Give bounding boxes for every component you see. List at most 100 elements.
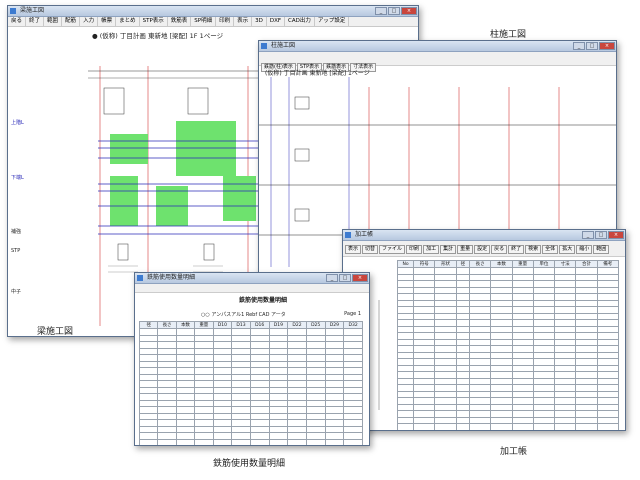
maximize-icon[interactable]: □ xyxy=(388,7,400,15)
minimize-icon[interactable]: _ xyxy=(582,231,594,239)
process-toolbar: 表示切替ファイル印刷加工集計重量設定戻る終了検索全体拡大縮小範囲出力帳票閉じる xyxy=(343,241,625,257)
process-column-header: 形状 xyxy=(434,260,457,268)
caption-process: 加工帳 xyxy=(500,447,528,457)
beam-menu-item[interactable]: 終了 xyxy=(26,17,45,26)
process-window: 加工帳 _ □ × 表示 切替 ファイル 印刷 加工 集計 重量 設定 戻る 終了 検索 全体 拡大 縮小 範囲… xyxy=(342,229,626,431)
beam-menu-item[interactable]: 印刷 xyxy=(216,17,235,26)
column-toolbar: 鉄筋(柱)表示 STP表示 鉄筋表示 寸法表示 xyxy=(259,52,616,72)
minimize-icon[interactable]: _ xyxy=(573,42,585,50)
label-sub: 補強 xyxy=(11,229,22,235)
minimize-icon[interactable]: _ xyxy=(375,7,387,15)
process-window-title: 加工帳 xyxy=(355,231,374,238)
process-window-titlebar[interactable]: 加工帳 _ □ × xyxy=(343,230,625,241)
summary-page: Page 1 xyxy=(344,311,361,317)
table-row[interactable] xyxy=(396,429,620,430)
close-icon[interactable]: × xyxy=(608,231,624,239)
beam-menu-item[interactable]: まとめ xyxy=(116,17,140,26)
beam-menu-item[interactable]: 入力 xyxy=(80,17,99,26)
summary-subheading: ○○ アンパスアル1 Rebf CAD アータ xyxy=(201,312,286,318)
label-stp: STP xyxy=(11,248,21,254)
process-column-header: 符号 xyxy=(413,260,436,268)
summary-column-header: D25 xyxy=(305,321,326,329)
app-icon xyxy=(261,43,267,49)
summary-column-header: D10 xyxy=(212,321,233,329)
summary-menu xyxy=(135,284,369,293)
maximize-icon[interactable]: □ xyxy=(595,231,607,239)
summary-column-header: 長さ xyxy=(157,321,177,329)
process-toolbar-button[interactable]: 集計 xyxy=(440,245,457,254)
process-column-header: 寸法 xyxy=(554,260,577,268)
process-toolbar-button[interactable]: 加工 xyxy=(423,245,440,254)
column-header: (仮称) 丁目計画 東新地 [梁配] 1ページ xyxy=(265,70,370,77)
process-toolbar-button[interactable]: 重量 xyxy=(457,245,474,254)
process-toolbar-button[interactable]: 切替 xyxy=(362,245,379,254)
process-toolbar-button[interactable]: 戻る xyxy=(491,245,508,254)
process-toolbar-button[interactable]: 検索 xyxy=(525,245,542,254)
summary-window-titlebar[interactable]: 鉄筋使用数量明細 _ □ × xyxy=(135,273,369,284)
close-icon[interactable]: × xyxy=(599,42,615,50)
summary-heading: 鉄筋使用数量明細 xyxy=(239,297,288,304)
app-icon xyxy=(10,8,16,14)
process-toolbar-button[interactable]: 全体 xyxy=(542,245,559,254)
process-toolbar-button[interactable]: 拡大 xyxy=(559,245,576,254)
process-column-header: 長さ xyxy=(468,260,492,268)
beam-menu-item[interactable]: 鉄筋表 xyxy=(168,17,192,26)
summary-total-label: 合計 xyxy=(140,446,158,447)
beam-menu-item[interactable]: STP表示 xyxy=(140,17,168,26)
process-toolbar-button[interactable]: 印刷 xyxy=(406,245,423,254)
summary-column-header: D32 xyxy=(343,321,363,329)
maximize-icon[interactable]: □ xyxy=(586,42,598,50)
close-icon[interactable]: × xyxy=(352,274,368,282)
app-icon xyxy=(345,232,351,238)
process-table: No 符号 形状径長さ 本数 重量 単位 寸法 合計 備考 xyxy=(396,260,620,430)
summary-window: 鉄筋使用数量明細 _ □ × 鉄筋使用数量明細 ○○ アンパスアル1 Rebf CA… xyxy=(134,272,370,446)
process-column-header: 径 xyxy=(455,260,471,268)
maximize-icon[interactable]: □ xyxy=(339,274,351,282)
beam-menu-item[interactable]: 表示 xyxy=(234,17,253,26)
process-column-header: 単位 xyxy=(532,260,556,268)
process-column-header: 備考 xyxy=(596,260,620,268)
summary-column-header: D22 xyxy=(287,321,307,329)
process-toolbar-button[interactable]: 終了 xyxy=(508,245,525,254)
summary-window-title: 鉄筋使用数量明細 xyxy=(147,274,196,281)
summary-table: 径長さ本数重量D10D13D16D19D22D25D29D32 合計 xyxy=(138,321,363,447)
process-toolbar-button[interactable]: 表示 xyxy=(345,245,362,254)
beam-window-title: 梁施工図 xyxy=(20,7,45,14)
beam-menu-item[interactable]: 3D xyxy=(252,17,267,26)
process-column-header: No xyxy=(396,260,415,268)
summary-column-header: D29 xyxy=(324,321,345,329)
process-column-header: 合計 xyxy=(575,260,598,268)
minimize-icon[interactable]: _ xyxy=(326,274,338,282)
process-toolbar-button[interactable]: 縮小 xyxy=(576,245,593,254)
label-bottom: 中子 xyxy=(11,289,22,295)
process-column-header: 重量 xyxy=(511,260,534,268)
process-toolbar-button[interactable]: 範囲 xyxy=(593,245,610,254)
label-top: 上階L xyxy=(11,120,24,126)
summary-column-header: 径 xyxy=(138,321,159,329)
beam-menu-item[interactable]: 戻る xyxy=(8,17,27,26)
summary-column-header: 重量 xyxy=(194,321,214,329)
column-window-titlebar[interactable]: 柱施工図 _ □ × xyxy=(259,41,616,52)
caption-column: 柱施工図 xyxy=(490,30,527,40)
beam-menu-item[interactable]: 配筋 xyxy=(62,17,81,26)
process-column-header: 本数 xyxy=(490,260,513,268)
summary-column-header: D16 xyxy=(249,321,270,329)
beam-menu-item[interactable]: 範囲 xyxy=(44,17,63,26)
summary-column-header: D13 xyxy=(231,321,251,329)
summary-column-header: D19 xyxy=(268,321,289,329)
caption-beam: 梁施工図 xyxy=(37,327,74,337)
process-toolbar-button[interactable]: ファイル xyxy=(379,245,406,254)
label-mid: 下端L xyxy=(11,175,24,181)
app-icon xyxy=(137,275,143,281)
summary-column-header: 本数 xyxy=(175,321,196,329)
beam-window-titlebar[interactable]: 梁施工図 _ □ × xyxy=(8,6,418,17)
beam-menu-item[interactable]: DXF xyxy=(267,17,286,26)
beam-menu-item[interactable]: SP明細 xyxy=(191,17,217,26)
beam-menu-item[interactable]: CAD出力 xyxy=(285,17,315,26)
column-window-title: 柱施工図 xyxy=(271,42,296,49)
beam-menu-item[interactable]: 帳票 xyxy=(98,17,117,26)
process-toolbar-button[interactable]: 設定 xyxy=(474,245,491,254)
close-icon[interactable]: × xyxy=(401,7,417,15)
caption-summary: 鉄筋使用数量明細 xyxy=(213,459,286,469)
beam-menu-item[interactable]: アップ設定 xyxy=(315,17,350,26)
